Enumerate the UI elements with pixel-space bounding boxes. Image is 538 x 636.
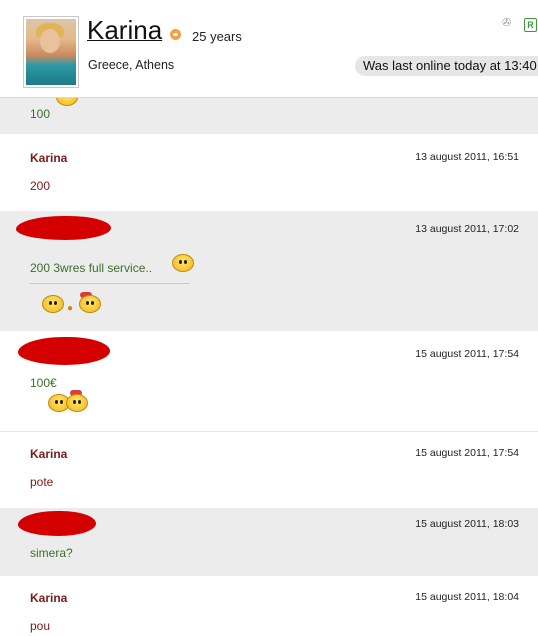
avatar-photo (26, 19, 76, 85)
message-item: 100 (0, 88, 538, 134)
video-icon[interactable]: ✇ (502, 18, 516, 29)
message-timestamp: 13 august 2011, 16:51 (415, 151, 519, 163)
message-timestamp: 13 august 2011, 17:02 (415, 223, 519, 235)
message-sender[interactable]: Karina (30, 591, 67, 605)
message-body: pote (30, 475, 54, 489)
message-body: simera? (30, 546, 73, 560)
message-body: pou (30, 619, 51, 633)
profile-age: 25 years (192, 29, 242, 44)
smiley-girl-icon (79, 295, 101, 313)
redacted-sender (18, 337, 110, 365)
message-item: 15 august 2011, 17:54 100€ (0, 331, 538, 431)
message-sender[interactable]: Karina (30, 151, 67, 165)
smiley-icon (172, 254, 194, 272)
profile-location: Greece, Athens (88, 58, 175, 72)
message-item: Karina 15 august 2011, 18:04 pou (0, 576, 538, 636)
message-item: 15 august 2011, 18:03 simera? (0, 508, 538, 576)
online-status-badge: Was last online today at 13:40 (355, 56, 538, 76)
redacted-sender (18, 511, 96, 536)
female-icon (170, 29, 181, 40)
profile-header: Karina 25 years Greece, Athens Was last … (0, 0, 538, 98)
message-sender[interactable]: Karina (30, 447, 67, 461)
last-online-text: Was last online today at 13:40 (363, 58, 537, 73)
message-timestamp: 15 august 2011, 18:03 (415, 518, 519, 530)
redacted-sender (16, 216, 111, 240)
smiley-boy-icon (42, 295, 64, 313)
smiley-girl-icon (66, 394, 88, 412)
message-item: 13 august 2011, 17:02 200 3wres full ser… (0, 211, 538, 331)
avatar[interactable] (23, 16, 79, 88)
message-body: 200 (30, 179, 51, 193)
message-body: 100 (30, 107, 51, 121)
profile-name-link[interactable]: Karina (87, 15, 162, 46)
message-body: 100€ (30, 376, 57, 390)
message-item: Karina 15 august 2011, 17:54 pote (0, 431, 538, 509)
message-body: 200 3wres full service.. (30, 261, 153, 275)
signature-divider (30, 283, 190, 284)
message-timestamp: 15 august 2011, 17:54 (415, 348, 519, 360)
message-timestamp: 15 august 2011, 17:54 (415, 447, 519, 459)
message-timestamp: 15 august 2011, 18:04 (415, 591, 519, 603)
r-badge-icon[interactable]: R (524, 18, 537, 32)
message-item: Karina 13 august 2011, 16:51 200 (0, 134, 538, 211)
